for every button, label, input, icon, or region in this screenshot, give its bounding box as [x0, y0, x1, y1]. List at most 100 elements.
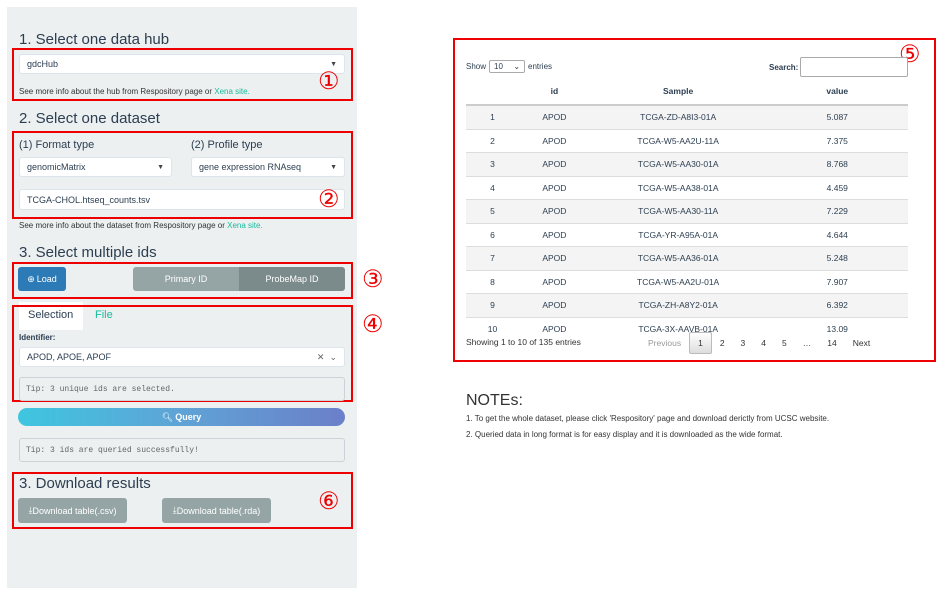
- download-rda-button[interactable]: ⤓ Download table(.rda): [162, 498, 271, 523]
- table-cell: TCGA-ZD-A8I3-01A: [589, 104, 767, 129]
- table-cell: 5.248: [766, 246, 908, 270]
- selection-tip: Tip: 3 unique ids are selected.: [19, 377, 345, 401]
- results-table: id Sample value 1 APOD TCGA-ZD-A8I3-01A 5.087…: [466, 78, 908, 340]
- table-cell: 3: [466, 152, 520, 176]
- table-info: Showing 1 to 10 of 135 entries: [466, 337, 581, 347]
- marker-2: ②: [318, 186, 340, 213]
- table-row: 2 APOD TCGA-W5-AA2U-11A 7.375: [466, 128, 908, 153]
- marker-4: ④: [362, 311, 384, 338]
- table-cell: APOD: [519, 152, 590, 176]
- table-cell: APOD: [519, 269, 590, 294]
- table-cell: APOD: [519, 293, 590, 317]
- query-button[interactable]: 🔍︎ Query: [18, 408, 345, 426]
- query-label: Query: [175, 412, 202, 422]
- primary-id-toggle[interactable]: Primary ID: [133, 267, 239, 291]
- table-cell: TCGA-W5-AA2U-11A: [589, 128, 767, 153]
- format-select[interactable]: genomicMatrix ▼: [19, 157, 172, 177]
- dataset-info-text: See more info about the dataset from Res…: [19, 221, 228, 230]
- table-cell: 7: [466, 246, 520, 270]
- chevron-down-icon: ⌄: [513, 62, 521, 71]
- download-heading: 3. Download results: [19, 475, 151, 492]
- dataset-info: See more info about the dataset from Res…: [19, 221, 263, 230]
- column-header[interactable]: id: [519, 78, 590, 106]
- format-label: (1) Format type: [19, 139, 95, 151]
- probemap-id-label: ProbeMap ID: [265, 274, 319, 284]
- pagination: Previous 1 2 3 4 5 … 14 Next: [640, 332, 878, 354]
- profile-select[interactable]: gene expression RNAseq ▼: [191, 157, 345, 177]
- profile-label: (2) Profile type: [191, 139, 263, 151]
- note-line-1: 1. To get the whole dataset, please clic…: [466, 414, 830, 423]
- length-value: 10: [494, 62, 503, 71]
- table-cell: 6.392: [766, 293, 908, 317]
- dataset-select[interactable]: TCGA-CHOL.htseq_counts.tsv: [19, 189, 345, 210]
- page-button[interactable]: Previous: [640, 333, 689, 353]
- load-label: Load: [36, 274, 57, 284]
- table-cell: TCGA-W5-AA38-01A: [589, 175, 767, 200]
- table-row: 6 APOD TCGA-YR-A95A-01A 4.644: [466, 222, 908, 247]
- table-cell: 1: [466, 104, 520, 129]
- identifier-input[interactable]: APOD, APOE, APOF ✕ ⌄: [19, 347, 345, 367]
- page-button[interactable]: 3: [733, 333, 754, 353]
- hub-xena-link[interactable]: Xena site.: [214, 87, 250, 96]
- notes-heading: NOTEs:: [466, 392, 523, 409]
- hub-select[interactable]: gdcHub ▼: [19, 54, 345, 74]
- caret-down-icon: ▼: [330, 163, 337, 171]
- identifier-value: APOD, APOE, APOF: [27, 352, 112, 362]
- clear-icon[interactable]: ✕: [317, 352, 325, 362]
- table-cell: 8: [466, 269, 520, 294]
- chevron-down-icon[interactable]: ⌄: [329, 352, 337, 362]
- hub-heading: 1. Select one data hub: [19, 31, 170, 48]
- search-label: Search:: [769, 63, 799, 72]
- download-circle-icon: ⊕: [27, 273, 35, 284]
- page-button[interactable]: 14: [819, 333, 844, 353]
- table-row: 3 APOD TCGA-W5-AA30-01A 8.768: [466, 152, 908, 176]
- table-cell: 5.087: [766, 104, 908, 129]
- table-cell: TCGA-ZH-A8Y2-01A: [589, 293, 767, 317]
- page-button: …: [802, 338, 812, 348]
- primary-id-label: Primary ID: [164, 274, 208, 284]
- table-cell: 7.229: [766, 199, 908, 223]
- table-cell: TCGA-YR-A95A-01A: [589, 222, 767, 247]
- table-cell: 2: [466, 128, 520, 153]
- table-cell: TCGA-W5-AA2U-01A: [589, 269, 767, 294]
- download-csv-label: Download table(.csv): [32, 505, 117, 516]
- hub-info: See more info about the hub from Resposi…: [19, 87, 250, 96]
- page-button[interactable]: 1: [689, 332, 712, 354]
- marker-1: ①: [318, 68, 340, 95]
- table-cell: 5: [466, 199, 520, 223]
- table-row: 5 APOD TCGA-W5-AA30-11A 7.229: [466, 199, 908, 223]
- page-button[interactable]: 5: [774, 333, 795, 353]
- table-row: 7 APOD TCGA-W5-AA36-01A 5.248: [466, 246, 908, 270]
- dataset-select-value: TCGA-CHOL.htseq_counts.tsv: [27, 194, 151, 205]
- table-cell: 4.459: [766, 175, 908, 200]
- entries-label: entries: [528, 62, 553, 71]
- length-select[interactable]: 10 ⌄: [489, 60, 526, 73]
- dataset-xena-link[interactable]: Xena site.: [227, 221, 263, 230]
- table-cell: TCGA-W5-AA36-01A: [589, 246, 767, 270]
- format-select-value: genomicMatrix: [27, 162, 86, 172]
- page-button[interactable]: Next: [845, 333, 878, 353]
- table-row: 8 APOD TCGA-W5-AA2U-01A 7.907: [466, 269, 908, 294]
- table-cell: APOD: [519, 104, 590, 129]
- length-control: Show 10 ⌄ entries: [466, 60, 552, 73]
- table-row: 1 APOD TCGA-ZD-A8I3-01A 5.087: [466, 104, 908, 129]
- probemap-id-toggle[interactable]: ProbeMap ID: [239, 267, 345, 291]
- dataset-heading: 2. Select one dataset: [19, 110, 160, 127]
- table-cell: APOD: [519, 199, 590, 223]
- table-cell: 7.907: [766, 269, 908, 294]
- load-button[interactable]: ⊕ Load: [18, 267, 66, 291]
- identifier-label: Identifier:: [19, 333, 56, 342]
- search-input[interactable]: [800, 57, 908, 77]
- table-row: 9 APOD TCGA-ZH-A8Y2-01A 6.392: [466, 293, 908, 317]
- column-header[interactable]: value: [766, 78, 908, 106]
- page-button[interactable]: 4: [753, 333, 774, 353]
- table-cell: 7.375: [766, 128, 908, 153]
- table-cell: APOD: [519, 175, 590, 200]
- table-cell: 6: [466, 222, 520, 247]
- table-row: 4 APOD TCGA-W5-AA38-01A 4.459: [466, 175, 908, 200]
- download-csv-button[interactable]: ⤓ Download table(.csv): [18, 498, 127, 523]
- table-cell: TCGA-W5-AA30-11A: [589, 199, 767, 223]
- table-cell: TCGA-W5-AA30-01A: [589, 152, 767, 176]
- page-button[interactable]: 2: [712, 333, 733, 353]
- column-header[interactable]: Sample: [589, 78, 767, 106]
